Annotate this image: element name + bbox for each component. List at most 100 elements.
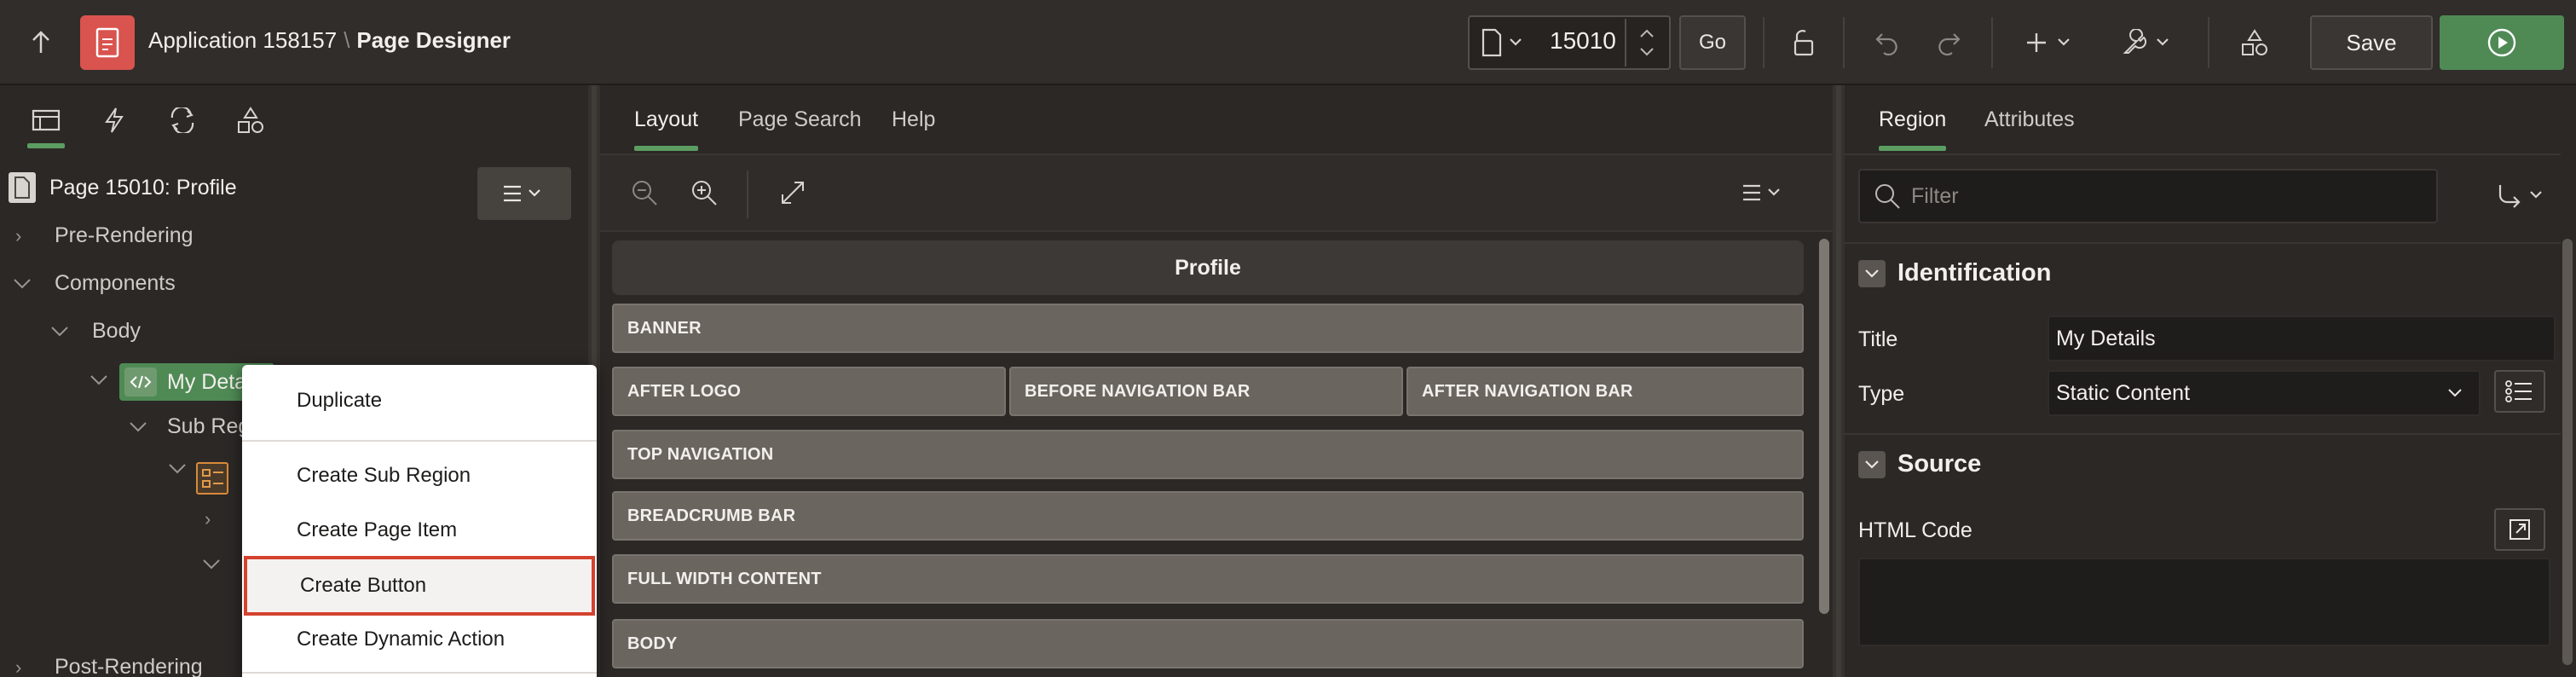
static-content-region-icon (124, 367, 157, 396)
tree-node-body[interactable]: Body (49, 319, 141, 344)
tab-dynamic-actions[interactable] (97, 102, 131, 138)
toolbar-divider (2208, 17, 2209, 68)
back-arrow-icon[interactable] (24, 26, 58, 60)
slot-breadcrumb-bar[interactable]: BREADCRUMB BAR (612, 491, 1804, 541)
go-to-group-button[interactable] (2484, 169, 2561, 223)
slot-body[interactable]: BODY (612, 619, 1804, 668)
html-code-label: HTML Code (1858, 518, 1972, 542)
redo-icon[interactable] (1930, 24, 1967, 61)
tree-node-chevron[interactable] (89, 373, 109, 387)
filter-input[interactable]: Filter (1858, 169, 2438, 223)
type-label: Type (1858, 382, 1905, 406)
tree-node-post-rendering[interactable]: › Post-Rendering (15, 655, 203, 677)
chevron-right-icon[interactable]: › (15, 657, 36, 677)
layout-menu-icon[interactable] (1734, 176, 1793, 210)
tree-node-child[interactable]: › (205, 508, 225, 530)
chevron-down-icon[interactable] (128, 420, 148, 434)
tree-context-menu: Duplicate Create Sub Region Create Page … (242, 365, 597, 677)
toolbar-divider (1763, 17, 1765, 68)
search-icon (1870, 181, 1904, 211)
run-button[interactable] (2440, 15, 2564, 70)
section-source-header[interactable]: Source (1858, 450, 1981, 478)
chevron-down-icon[interactable] (49, 325, 70, 338)
chevron-right-icon[interactable]: › (205, 508, 225, 530)
tree-node-child[interactable] (201, 558, 222, 571)
tab-help[interactable]: Help (892, 107, 935, 132)
section-identification-title: Identification (1897, 259, 2052, 286)
chevron-down-icon[interactable] (167, 462, 188, 476)
slot-full-width-content[interactable]: FULL WIDTH CONTENT (612, 554, 1804, 604)
breadcrumb-separator: \ (344, 27, 350, 53)
page-icon[interactable] (1476, 24, 1528, 61)
tree-menu-button[interactable] (477, 167, 571, 220)
menu-item-duplicate[interactable]: Duplicate (242, 373, 597, 428)
app-name-link[interactable]: Application 158157 (148, 27, 337, 53)
property-editor-pane: Region Attributes Filter Identification … (1845, 85, 2576, 677)
top-toolbar: Application 158157 \ Page Designer 15010 G… (0, 0, 2576, 85)
layout-scrollbar[interactable] (1819, 239, 1829, 614)
tab-page-search[interactable]: Page Search (738, 107, 862, 132)
utilities-wrench-icon[interactable] (2116, 24, 2177, 61)
tab-processing[interactable] (165, 102, 199, 138)
page-designer-title: Page Designer (356, 27, 511, 53)
tab-rendering[interactable] (27, 102, 65, 148)
property-scrollbar[interactable] (2562, 239, 2573, 665)
shared-components-icon[interactable] (2235, 24, 2274, 61)
page-header-profile[interactable]: Profile (612, 240, 1804, 295)
menu-item-create-page-item[interactable]: Create Page Item (242, 503, 597, 558)
chevron-down-icon[interactable] (1858, 450, 1886, 478)
page-number-input[interactable]: 15010 (1550, 27, 1616, 55)
slot-after-logo[interactable]: AFTER LOGO (612, 367, 1006, 416)
expand-icon[interactable] (774, 174, 811, 211)
page-tree-root[interactable]: Page 15010: Profile (7, 171, 237, 205)
lock-icon[interactable] (1782, 24, 1822, 61)
toolbar-divider (747, 171, 748, 218)
tab-layout[interactable]: Layout (634, 107, 699, 151)
chevron-down-icon[interactable] (201, 558, 222, 571)
tree-node-label: Post-Rendering (55, 655, 203, 677)
tree-node-label: Components (55, 271, 176, 295)
title-field[interactable]: My Details (2048, 315, 2556, 362)
menu-separator (242, 672, 597, 674)
page-spinner[interactable] (1625, 19, 1667, 67)
tree-node-pre-rendering[interactable]: › Pre-Rendering (15, 223, 193, 248)
slot-after-navigation-bar[interactable]: AFTER NAVIGATION BAR (1406, 367, 1804, 416)
chevron-right-icon[interactable]: › (15, 225, 36, 247)
menu-item-create-sub-region[interactable]: Create Sub Region (242, 448, 597, 503)
type-select[interactable]: Static Content (2048, 370, 2481, 416)
menu-item-create-dynamic-action[interactable]: Create Dynamic Action (242, 612, 597, 667)
create-menu-icon[interactable] (2020, 24, 2080, 61)
tab-attributes[interactable]: Attributes (1984, 107, 2075, 132)
tree-node-components[interactable]: Components (12, 271, 176, 296)
form-region-icon (196, 462, 228, 495)
tree-node-subregion[interactable] (167, 462, 188, 476)
zoom-out-icon[interactable] (626, 174, 663, 211)
page-tree-title: Page 15010: Profile (49, 175, 237, 200)
save-button[interactable]: Save (2310, 15, 2433, 70)
rendering-icon (32, 109, 61, 131)
chevron-down-icon (2448, 389, 2462, 397)
menu-separator (242, 440, 597, 442)
expand-code-editor-button[interactable] (2494, 508, 2545, 551)
right-splitter[interactable] (1833, 85, 1845, 677)
undo-icon[interactable] (1868, 24, 1906, 61)
go-button[interactable]: Go (1679, 15, 1746, 70)
section-divider (1845, 242, 2561, 244)
tab-shared-components[interactable] (234, 102, 268, 138)
chevron-down-icon[interactable] (1858, 259, 1886, 287)
zoom-in-icon[interactable] (685, 174, 723, 211)
html-code-textarea[interactable] (1858, 558, 2550, 646)
section-source-title: Source (1897, 450, 1982, 477)
section-identification-header[interactable]: Identification (1858, 259, 2051, 287)
slot-banner[interactable]: BANNER (612, 304, 1804, 353)
menu-item-create-button[interactable]: Create Button (244, 556, 595, 616)
chevron-down-icon[interactable] (89, 373, 109, 387)
list-of-values-button[interactable] (2494, 370, 2545, 413)
app-icon[interactable] (80, 15, 135, 70)
title-label: Title (1858, 327, 1898, 351)
play-icon (2487, 28, 2516, 57)
chevron-down-icon[interactable] (12, 277, 32, 291)
slot-top-navigation[interactable]: TOP NAVIGATION (612, 430, 1804, 479)
slot-before-navigation-bar[interactable]: BEFORE NAVIGATION BAR (1009, 367, 1403, 416)
tab-region[interactable]: Region (1879, 107, 1947, 151)
